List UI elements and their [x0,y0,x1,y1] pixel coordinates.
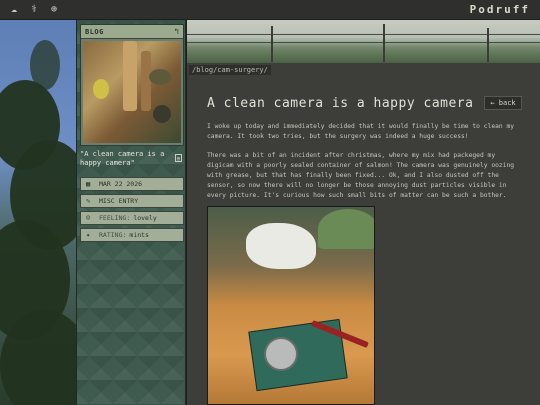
meta-date-value: MAR 22 2026 [99,180,143,188]
blog-card: BLOG ↰ [80,24,184,146]
top-bar: ☁ ⚕ ⊕ Podruff [0,0,540,20]
paragraph-1: I woke up today and immediately decided … [207,123,515,140]
camera-repair-photo [207,206,375,405]
background-scenery [0,20,80,405]
meta-category: ✎ MISC ENTRY [80,194,184,208]
sidebar: BLOG ↰ "A clean camera is a happy camera… [76,20,186,405]
main-content: /blog/cam-surgery/ A clean camera is a h… [186,20,540,405]
bird-feeder-photo [83,41,181,143]
meta-rating-key: RATING: [99,231,127,239]
meta-feeling-key: FEELING: [99,214,131,222]
meta-feeling-value: lovely [133,214,157,222]
paragraph-2: There was a bit of an incident after chr… [207,152,515,199]
back-button[interactable]: ← back [484,96,522,110]
site-brand[interactable]: Podruff [470,3,530,16]
url-path: /blog/cam-surgery/ [189,65,271,75]
post-caption: "A clean camera is a happy camera" ▤ [80,150,184,168]
document-icon[interactable]: ▤ [175,154,182,162]
target-icon[interactable]: ⊕ [48,4,60,16]
person-icon: ☺ [86,214,91,222]
cloud-icon[interactable]: ☁ [8,4,20,16]
return-arrow-icon[interactable]: ↰ [174,27,179,36]
meta-feeling: ☺ FEELING: lovely [80,211,184,225]
caption-text: "A clean camera is a happy camera" [80,150,165,167]
meta-date: ▦ MAR 22 2026 [80,177,184,191]
blog-card-label: BLOG [85,27,104,36]
blog-card-header: BLOG ↰ [81,25,183,39]
star-icon: ✦ [86,231,91,239]
meta-rating: ✦ RATING: mints [80,228,184,242]
field-banner-image [187,20,540,63]
calendar-icon: ▦ [86,180,91,188]
page-title: A clean camera is a happy camera [207,96,474,111]
tooth-icon[interactable]: ⚕ [28,4,40,16]
pencil-icon: ✎ [86,197,91,205]
meta-rating-value: mints [129,231,149,239]
meta-category-value: MISC ENTRY [99,197,139,205]
